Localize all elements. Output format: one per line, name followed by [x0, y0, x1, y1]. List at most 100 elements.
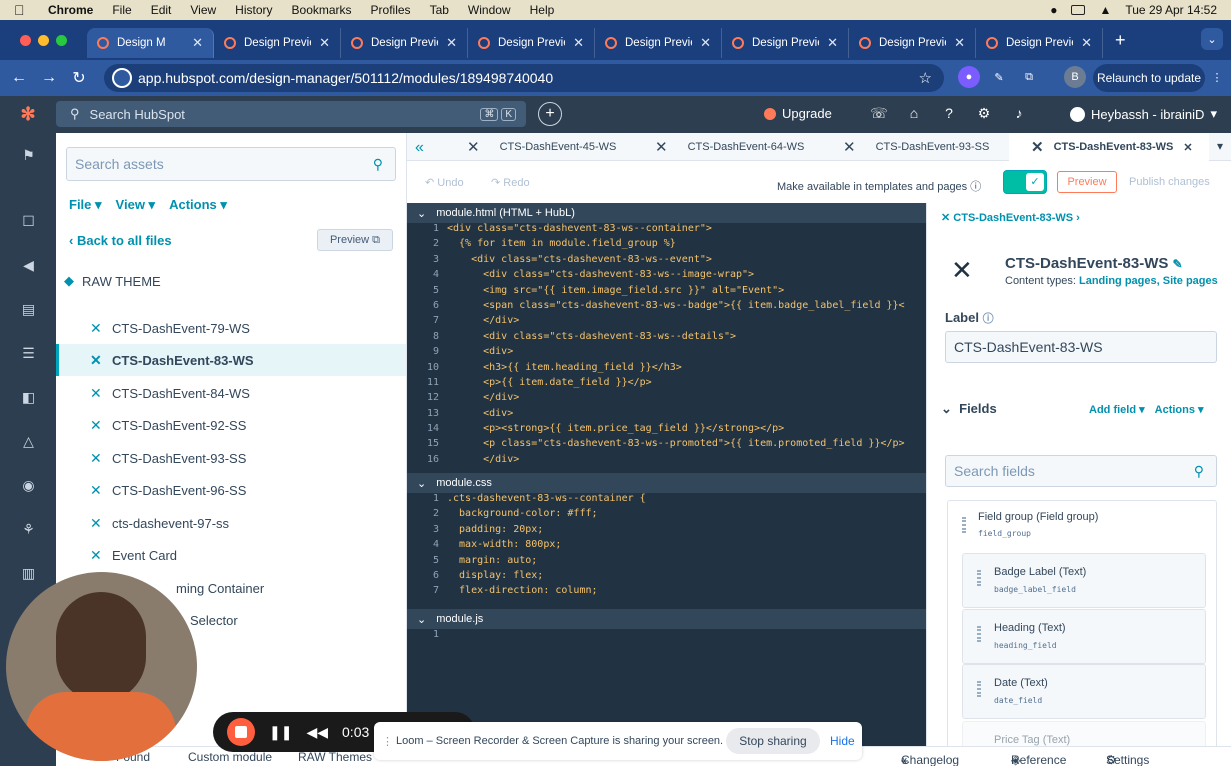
file-item[interactable]: ✕ CTS-DashEvent-92-SS — [56, 409, 406, 441]
preview-button[interactable]: Preview ⧉ — [317, 229, 393, 251]
drag-handle-icon[interactable] — [962, 517, 966, 533]
reporting-icon[interactable]: ▥ — [20, 565, 37, 582]
html-code-panel[interactable]: ⌄ module.html (HTML + HubL) 1 <div class="… — [407, 203, 926, 473]
pause-icon[interactable]: ❚❚ — [269, 724, 292, 741]
menu-chrome[interactable]: Chrome — [48, 3, 93, 17]
settings-gear-icon[interactable]: ⚙ — [975, 105, 993, 123]
browser-tab[interactable]: Design Previe ✕ — [722, 28, 849, 58]
pen-extension-icon[interactable]: ✎ — [988, 66, 1010, 88]
close-tab-icon[interactable]: ✕ — [1183, 141, 1192, 154]
js-panel-header[interactable]: ⌄ module.js — [407, 609, 926, 629]
marketing-icon[interactable]: ◀ — [20, 257, 37, 274]
collapse-sidebar-icon[interactable]: « — [415, 139, 424, 157]
close-tab-icon[interactable]: ✕ — [827, 35, 838, 51]
content-types-links[interactable]: Landing pages, Site pages — [1079, 275, 1218, 287]
menu-help[interactable]: Help — [530, 3, 555, 17]
mic-icon[interactable]: ● — [1050, 3, 1057, 17]
drag-handle-icon[interactable]: ⋮ — [382, 735, 393, 748]
editor-tab[interactable]: ✕ CTS-DashEvent-45-WS — [445, 133, 633, 161]
drag-handle-icon[interactable] — [977, 681, 981, 697]
service-icon[interactable]: △ — [20, 433, 37, 450]
browser-tab[interactable]: Design Previe ✕ — [595, 28, 722, 58]
html-code-lines[interactable]: 1 <div class="cts-dashevent-83-ws--contai… — [407, 223, 926, 469]
phone-icon[interactable]: ☏ — [870, 105, 888, 123]
menu-profiles[interactable]: Profiles — [371, 3, 411, 17]
url-bar[interactable]: app.hubspot.com/design-manager/501112/mo… — [104, 64, 944, 92]
extension-icon[interactable]: ● — [958, 66, 980, 88]
bookmark-star-icon[interactable]: ☆ — [919, 69, 932, 87]
hide-banner-button[interactable]: Hide — [830, 734, 855, 748]
bookmark-icon[interactable]: ⚑ — [20, 147, 37, 164]
stop-sharing-button[interactable]: Stop sharing — [726, 728, 820, 754]
file-item[interactable]: ✕ CTS-DashEvent-96-SS — [56, 474, 406, 506]
hubspot-search[interactable]: ⚲ Search HubSpot ⌘ K — [56, 101, 526, 127]
tab-search-chevron-icon[interactable]: ⌄ — [1201, 28, 1223, 50]
menu-tab[interactable]: Tab — [430, 3, 449, 17]
hubspot-logo-icon[interactable]: ✻ — [0, 104, 56, 125]
wifi-icon[interactable]: ▲ — [1099, 3, 1111, 17]
relaunch-button[interactable]: Relaunch to update — [1093, 64, 1205, 92]
publish-changes-button[interactable]: Publish changes — [1129, 176, 1210, 188]
redo-button[interactable]: ↷ Redo — [491, 176, 530, 189]
field-row[interactable]: Badge Label (Text) badge_label_field — [962, 553, 1206, 608]
file-item[interactable]: ✕ Event Card — [56, 539, 406, 571]
upgrade-link[interactable]: Upgrade — [764, 106, 832, 121]
back-arrow-icon[interactable]: ← — [4, 69, 34, 87]
automation-icon[interactable]: ⚘ — [20, 521, 37, 538]
rewind-icon[interactable]: ◀◀ — [306, 724, 328, 741]
field-group[interactable]: Field group (Field group) field_group Ba… — [947, 500, 1217, 760]
drag-handle-icon[interactable] — [977, 626, 981, 642]
field-row[interactable]: Date (Text) date_field — [962, 664, 1206, 719]
close-tab-icon[interactable]: ✕ — [446, 35, 457, 51]
inspector-breadcrumb[interactable]: ✕ CTS-DashEvent-83-WS › — [941, 211, 1080, 224]
content-icon[interactable]: ▤ — [20, 301, 37, 318]
browser-tab[interactable]: Design Previe ✕ — [341, 28, 468, 58]
sales-icon[interactable]: ☰ — [20, 345, 37, 362]
drag-handle-icon[interactable] — [977, 570, 981, 586]
undo-button[interactable]: ↶ Undo — [425, 176, 464, 189]
close-tab-icon[interactable]: ✕ — [573, 35, 584, 51]
file-item[interactable]: ✕ CTS-DashEvent-79-WS — [56, 312, 406, 344]
reload-icon[interactable]: ↻ — [64, 68, 94, 88]
site-info-icon[interactable] — [112, 68, 132, 88]
fields-heading[interactable]: ⌄ Fields — [941, 401, 997, 417]
file-item-selected[interactable]: ✕ CTS-DashEvent-83-WS — [56, 344, 406, 376]
browser-tab[interactable]: Design M ✕ — [87, 28, 214, 58]
help-icon[interactable]: ? — [940, 105, 958, 123]
profile-avatar[interactable]: B — [1064, 66, 1086, 88]
availability-toggle[interactable]: ✓ — [1003, 170, 1047, 194]
editor-tab-active[interactable]: ✕ CTS-DashEvent-83-WS ✕ — [1009, 133, 1209, 161]
commerce-icon[interactable]: ◧ — [20, 389, 37, 406]
back-to-all-files-link[interactable]: ‹ Back to all files — [69, 233, 172, 248]
apple-icon[interactable]:  — [14, 2, 30, 18]
file-menu[interactable]: File ▾ — [69, 197, 102, 213]
contacts-icon[interactable]: ☐ — [20, 213, 37, 230]
chrome-menu-icon[interactable]: ⋮ — [1206, 66, 1228, 88]
html-panel-header[interactable]: ⌄ module.html (HTML + HubL) — [407, 203, 926, 223]
close-tab-icon[interactable]: ✕ — [700, 35, 711, 51]
edit-pencil-icon[interactable]: ✎ — [1173, 257, 1183, 271]
tab-overflow-chevron-icon[interactable]: ▾ — [1217, 139, 1223, 153]
marketplace-icon[interactable]: ⌂ — [905, 105, 923, 123]
close-tab-icon[interactable]: ✕ — [1081, 35, 1092, 51]
close-window-button[interactable] — [20, 34, 31, 46]
battery-icon[interactable] — [1071, 5, 1086, 15]
css-code-panel[interactable]: ⌄ module.css 1 .cts-dashevent-83-ws--conta… — [407, 473, 926, 609]
menu-bookmarks[interactable]: Bookmarks — [292, 3, 352, 17]
browser-tab[interactable]: Design Previe ✕ — [468, 28, 595, 58]
file-item[interactable]: ✕ CTS-DashEvent-93-SS — [56, 442, 406, 474]
close-tab-icon[interactable]: ✕ — [192, 35, 203, 51]
editor-tab[interactable]: ✕ CTS-DashEvent-93-SS — [821, 133, 1009, 161]
asset-search-input[interactable]: Search assets ⚲ — [66, 147, 396, 181]
label-input[interactable]: CTS-DashEvent-83-WS — [945, 331, 1217, 363]
menu-window[interactable]: Window — [468, 3, 511, 17]
footer-custom-module[interactable]: Custom module — [188, 750, 272, 764]
close-tab-icon[interactable]: ✕ — [954, 35, 965, 51]
minimize-window-button[interactable] — [38, 34, 49, 46]
forward-arrow-icon[interactable]: → — [34, 69, 64, 87]
add-field-button[interactable]: Add field ▾ — [1089, 403, 1145, 416]
menu-history[interactable]: History — [235, 3, 272, 17]
css-code-lines[interactable]: 1 .cts-dashevent-83-ws--container {2 back… — [407, 493, 926, 601]
new-tab-button[interactable]: + — [1115, 30, 1126, 51]
footer-raw-themes[interactable]: RAW Themes — [298, 750, 372, 764]
